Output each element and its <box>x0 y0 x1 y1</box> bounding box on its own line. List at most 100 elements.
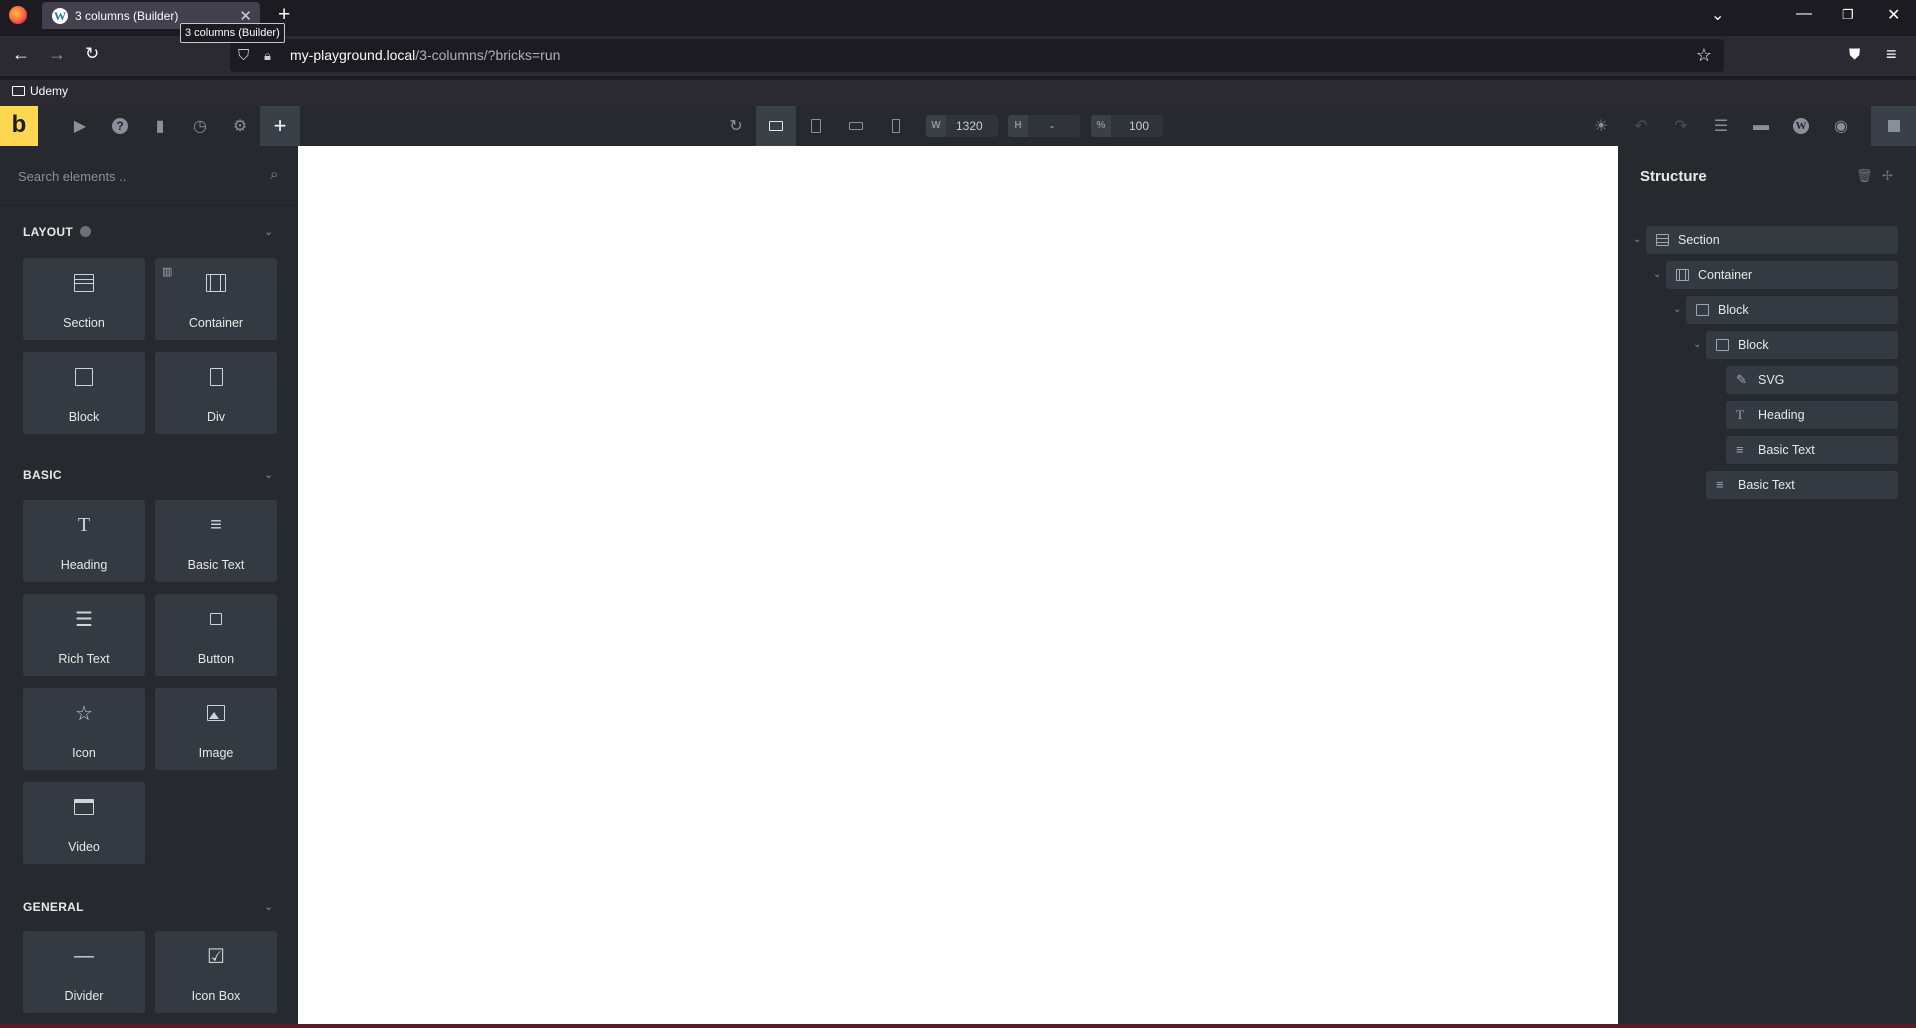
divider-icon: — <box>74 944 94 967</box>
element-card-divider[interactable]: — Divider <box>23 931 145 1013</box>
search-elements-input[interactable] <box>18 166 258 186</box>
add-elements-icon[interactable]: + <box>260 106 300 146</box>
button-icon <box>155 606 277 632</box>
structure-layers-icon[interactable]: ☰ <box>1701 106 1741 146</box>
heading-icon: T <box>77 513 91 536</box>
mobile-landscape-icon[interactable] <box>836 106 876 146</box>
browser-tab-bar: W 3 columns (Builder) ✕ + ⌄ — ❐ ✕ <box>0 0 1916 30</box>
close-window-icon[interactable]: ✕ <box>1887 5 1900 25</box>
url-path: /3-columns/?bricks=run <box>415 47 561 63</box>
element-search: ⌕ <box>0 146 298 206</box>
element-card-container[interactable]: ▥ Container <box>155 258 277 340</box>
list-all-tabs-icon[interactable]: ⌄ <box>1711 5 1724 25</box>
builder-toolbar: b ▶ ? ▮ ◷ ⚙ + ↻ W 1320 H - % 100 ☀ ↶ ↷ ☰… <box>0 106 1916 146</box>
element-card-image[interactable]: Image <box>155 688 277 770</box>
forward-icon[interactable]: → <box>48 44 66 65</box>
undo-icon[interactable]: ↶ <box>1621 106 1661 146</box>
chevron-down-icon[interactable]: ⌄ <box>1673 304 1681 315</box>
tablet-portrait-icon[interactable] <box>796 106 836 146</box>
chevron-down-icon[interactable]: ⌄ <box>1693 339 1701 350</box>
element-card-rich-text[interactable]: ☰ Rich Text <box>23 594 145 676</box>
bricks-logo[interactable]: b <box>0 106 38 146</box>
templates-folder-icon[interactable]: ▬ <box>1741 106 1781 146</box>
video-icon <box>23 794 145 820</box>
save-icon[interactable] <box>1871 106 1916 146</box>
chevron-down-icon[interactable]: ⌄ <box>264 468 273 481</box>
height-field[interactable]: H - <box>1008 115 1080 137</box>
back-icon[interactable]: ← <box>12 44 30 65</box>
pin-icon[interactable]: ✢ <box>1882 168 1893 184</box>
menu-icon[interactable]: ≡ <box>1886 44 1897 65</box>
theme-sun-icon[interactable]: ☀ <box>1581 106 1621 146</box>
tracking-shield-icon[interactable]: ⛉ <box>238 39 249 72</box>
trash-icon[interactable]: 🗑︎ <box>1856 168 1873 184</box>
history-icon[interactable]: ◷ <box>180 106 220 146</box>
element-card-button[interactable]: Button <box>155 594 277 676</box>
container-icon <box>155 270 277 296</box>
bookmark-udemy[interactable]: Udemy <box>12 84 68 98</box>
heading-icon: T <box>1736 407 1744 422</box>
element-card-div[interactable]: Div <box>155 352 277 434</box>
firefox-logo-icon[interactable] <box>9 6 27 24</box>
structure-node-block[interactable]: Block <box>1686 296 1898 324</box>
reload-icon[interactable]: ↻ <box>85 44 99 64</box>
block-icon <box>1716 339 1729 351</box>
div-icon <box>155 364 277 390</box>
structure-node-heading[interactable]: T Heading <box>1726 401 1898 429</box>
basic-text-icon: ≡ <box>1716 477 1724 492</box>
section-icon <box>1656 234 1669 246</box>
structure-panel: Structure 🗑︎ ✢ ⌄ Section ⌄ Container ⌄ B… <box>1618 146 1916 1024</box>
element-card-icon-box[interactable]: ☑ Icon Box <box>155 931 277 1013</box>
builder-canvas[interactable] <box>298 146 1618 1024</box>
wordpress-dashboard-icon[interactable]: W <box>1781 106 1821 146</box>
chevron-down-icon[interactable]: ⌄ <box>1633 234 1641 245</box>
section-icon <box>23 270 145 296</box>
structure-node-svg[interactable]: ✎ SVG <box>1726 366 1898 394</box>
pocket-icon[interactable]: ⛊ <box>1849 46 1860 63</box>
structure-node-section[interactable]: Section <box>1646 226 1898 254</box>
basic-text-icon: ≡ <box>210 513 222 536</box>
url-bar[interactable]: ⛉ 🔒︎ my-playground.local/3-columns/?bric… <box>230 39 1724 72</box>
preview-eye-icon[interactable]: ◉ <box>1821 106 1861 146</box>
url-host: my-playground.local <box>290 47 416 63</box>
desktop-breakpoint-icon[interactable] <box>756 106 796 146</box>
element-card-section[interactable]: Section <box>23 258 145 340</box>
element-card-block[interactable]: Block <box>23 352 145 434</box>
bookmarks-bar: Udemy <box>0 80 1916 106</box>
structure-node-container[interactable]: Container <box>1666 261 1898 289</box>
category-layout-heading[interactable]: LAYOUT <box>23 225 92 239</box>
width-field[interactable]: W 1320 <box>926 115 998 137</box>
element-card-video[interactable]: Video <box>23 782 145 864</box>
category-basic-heading[interactable]: BASIC <box>23 468 62 482</box>
mobile-portrait-icon[interactable] <box>876 106 916 146</box>
folder-icon <box>12 86 25 96</box>
structure-node-basic-text[interactable]: ≡ Basic Text <box>1706 471 1898 499</box>
info-icon[interactable] <box>80 226 92 237</box>
pages-icon[interactable]: ▮ <box>140 106 180 146</box>
structure-node-block[interactable]: Block <box>1706 331 1898 359</box>
settings-gear-icon[interactable]: ⚙ <box>220 106 260 146</box>
help-icon[interactable]: ? <box>100 106 140 146</box>
chevron-down-icon[interactable]: ⌄ <box>264 900 273 913</box>
browser-nav-bar: ← → ↻ ⛉ 🔒︎ my-playground.local/3-columns… <box>0 36 1916 76</box>
chevron-down-icon[interactable]: ⌄ <box>264 225 273 238</box>
bookmark-star-icon[interactable]: ☆ <box>1696 39 1712 72</box>
chevron-down-icon[interactable]: ⌄ <box>1653 269 1661 280</box>
element-card-basic-text[interactable]: ≡ Basic Text <box>155 500 277 582</box>
lock-icon[interactable]: 🔒︎ <box>264 39 271 72</box>
structure-node-basic-text[interactable]: ≡ Basic Text <box>1726 436 1898 464</box>
element-card-heading[interactable]: T Heading <box>23 500 145 582</box>
tab-tooltip: 3 columns (Builder) <box>180 23 285 43</box>
element-card-icon[interactable]: ☆ Icon <box>23 688 145 770</box>
refresh-icon[interactable]: ↻ <box>716 106 756 146</box>
block-icon <box>1696 304 1709 316</box>
minimize-icon[interactable]: — <box>1796 5 1812 23</box>
redo-icon[interactable]: ↷ <box>1661 106 1701 146</box>
restore-icon[interactable]: ❐ <box>1842 7 1854 23</box>
zoom-field[interactable]: % 100 <box>1091 115 1163 137</box>
wordpress-icon: W <box>52 7 68 24</box>
elements-panel: ⌕ LAYOUT ⌄ Section ▥ Container Block Div… <box>0 146 298 1024</box>
category-general-heading[interactable]: GENERAL <box>23 900 84 914</box>
bottom-edge <box>0 1024 1916 1028</box>
pointer-icon[interactable]: ▶ <box>60 106 100 146</box>
